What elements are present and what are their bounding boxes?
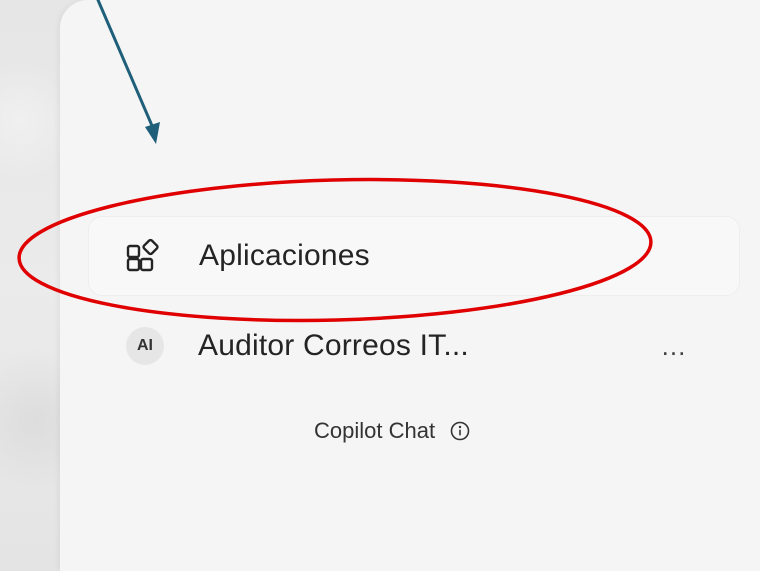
sidebar-item-aplicaciones[interactable]: Aplicaciones (88, 216, 740, 296)
info-icon[interactable] (449, 420, 471, 442)
sidebar-item-label: Auditor Correos IT... (198, 329, 469, 362)
more-options-button[interactable]: ... (654, 331, 694, 361)
footer-label: Copilot Chat (314, 418, 436, 443)
sidebar-item-label: Aplicaciones (199, 239, 370, 272)
avatar: AI (126, 327, 164, 365)
apps-icon (125, 238, 161, 274)
sidebar-item-auditor-correos[interactable]: AI Auditor Correos IT... ... (88, 308, 740, 384)
copilot-chat-footer: Copilot Chat (314, 418, 471, 444)
